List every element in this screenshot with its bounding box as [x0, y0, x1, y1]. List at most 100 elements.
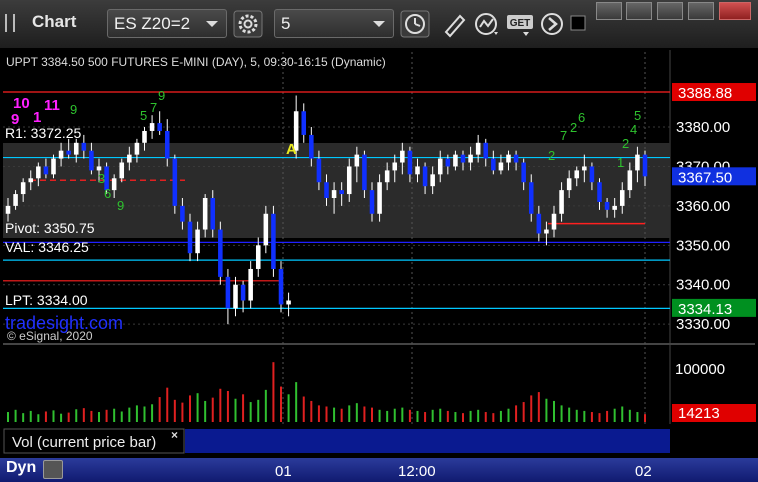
- volume-bar: [211, 397, 214, 422]
- candle-body: [233, 284, 238, 309]
- volume-bar: [499, 410, 502, 422]
- price-chart[interactable]: 3380.003370.003360.003350.003340.003330.…: [0, 48, 758, 458]
- volume-bar: [454, 412, 457, 422]
- get-button[interactable]: GET: [505, 10, 535, 38]
- interval-select[interactable]: 5: [274, 9, 394, 38]
- title-bar: Chart ES Z20=2 5 GET: [0, 0, 758, 48]
- draw-tool-button[interactable]: [440, 10, 470, 38]
- volume-bar: [575, 409, 578, 422]
- grip-icon[interactable]: [5, 14, 15, 32]
- candle-body: [619, 190, 625, 206]
- svg-text:GET: GET: [510, 18, 531, 29]
- candle-body: [134, 142, 140, 155]
- volume-bar: [522, 402, 525, 422]
- candle-body: [468, 154, 473, 163]
- dynamic-toggle-button[interactable]: [43, 460, 63, 479]
- volume-bar: [477, 409, 480, 422]
- volume-last-value: 14213: [678, 405, 720, 422]
- candle-body: [187, 221, 193, 254]
- green-count: 7: [560, 128, 567, 143]
- candle-body: [66, 150, 71, 155]
- candle-body: [51, 158, 56, 175]
- volume-bar: [333, 407, 336, 422]
- volume-bar: [128, 407, 131, 422]
- pencil-icon: [444, 14, 466, 38]
- settings-button[interactable]: [233, 10, 263, 38]
- time-label: 12:00: [398, 463, 436, 480]
- volume-bar: [560, 405, 563, 422]
- candle-body: [172, 158, 178, 206]
- candle-body: [164, 130, 170, 159]
- volume-bar: [628, 409, 631, 422]
- volume-bar: [143, 406, 146, 422]
- volume-bar: [158, 397, 161, 422]
- candle-body: [286, 300, 291, 305]
- candle-body: [536, 213, 542, 234]
- close-icon[interactable]: ×: [171, 428, 178, 442]
- time-axis-ticks: 02: [635, 463, 652, 480]
- candle-body: [324, 182, 329, 198]
- candle-body: [354, 154, 360, 167]
- volume-bar: [272, 362, 275, 422]
- time-button[interactable]: [400, 10, 430, 38]
- magenta-count: 1: [33, 109, 41, 126]
- candle-body: [437, 158, 443, 175]
- candle-body: [13, 194, 18, 206]
- volume-bar: [302, 396, 305, 422]
- maximize-button[interactable]: [688, 2, 714, 20]
- candle-body: [475, 142, 481, 155]
- green-count: 9: [117, 198, 124, 213]
- candle-body: [127, 154, 132, 163]
- volume-bar: [484, 412, 487, 422]
- magenta-count: 10: [13, 95, 30, 112]
- candle-body: [377, 182, 382, 214]
- volume-bar: [537, 392, 540, 422]
- candle-body: [544, 229, 549, 234]
- volume-bar: [613, 408, 616, 422]
- restore-button[interactable]: [626, 2, 652, 20]
- minimize-button[interactable]: [657, 2, 683, 20]
- candle-body: [202, 198, 208, 230]
- next-button[interactable]: [538, 10, 568, 38]
- volume-bar: [492, 413, 495, 422]
- candle-body: [149, 123, 155, 131]
- candle-body: [263, 213, 269, 246]
- candle-body: [445, 158, 451, 167]
- volume-bar: [37, 414, 40, 422]
- candle-body: [551, 213, 557, 230]
- volume-bar: [67, 412, 70, 422]
- candle-body: [58, 150, 64, 159]
- candle-body: [642, 154, 648, 177]
- chevron-down-icon: [373, 21, 385, 27]
- volume-bar: [204, 400, 207, 422]
- candle-body: [339, 190, 344, 195]
- candle-body: [627, 170, 633, 191]
- candle-body: [362, 154, 367, 191]
- volume-bar: [135, 405, 138, 422]
- studies-button[interactable]: [472, 10, 502, 38]
- volume-bar: [507, 408, 510, 422]
- green-count: 1: [617, 155, 624, 170]
- y-tick-label: 3350.00: [676, 237, 730, 254]
- volume-bar: [431, 409, 434, 422]
- close-button[interactable]: [719, 2, 751, 20]
- status-bar: Dyn 02 01 12:00: [0, 458, 758, 482]
- volume-bar: [280, 386, 282, 422]
- volume-bar: [14, 409, 17, 422]
- volume-bar: [408, 409, 411, 422]
- pin-button[interactable]: [596, 2, 622, 20]
- volume-bar: [257, 399, 260, 422]
- candle-body: [460, 154, 466, 163]
- volume-legend-label: Vol (current price bar): [12, 434, 156, 451]
- symbol-select[interactable]: ES Z20=2: [107, 9, 227, 38]
- volume-bar: [553, 400, 555, 422]
- volume-bar: [105, 409, 108, 422]
- green-count: 9: [158, 88, 165, 103]
- candle-body: [566, 178, 572, 191]
- time-label: 01: [275, 463, 292, 480]
- volume-bar: [249, 402, 252, 422]
- volume-bar: [98, 412, 100, 422]
- link-button[interactable]: [568, 10, 590, 38]
- candle-body: [89, 150, 94, 171]
- candle-body: [73, 142, 79, 155]
